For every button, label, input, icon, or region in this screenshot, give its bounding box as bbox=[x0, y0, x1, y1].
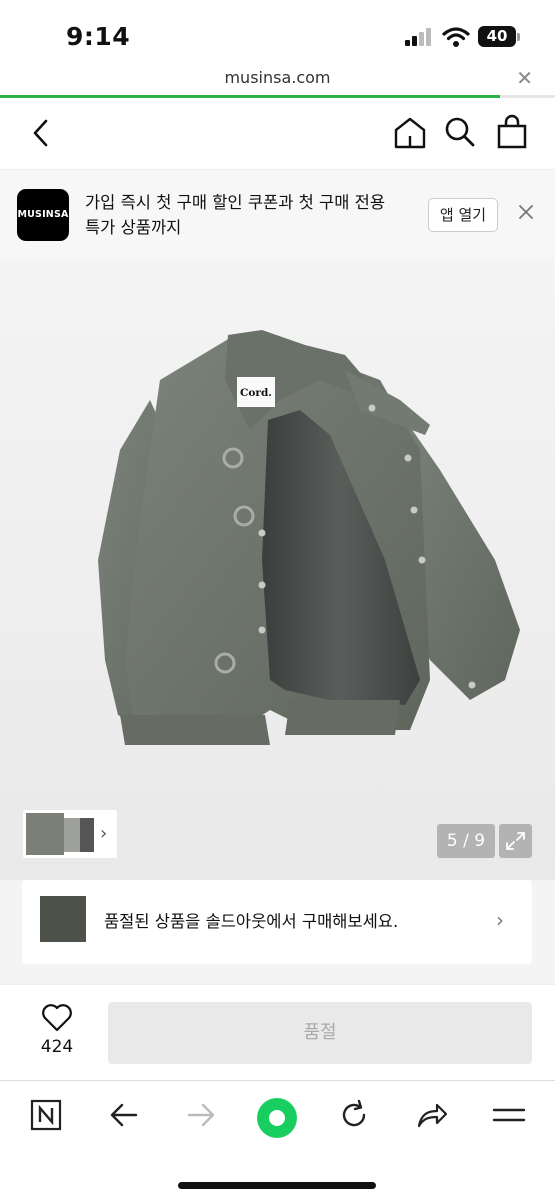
product-image-gallery[interactable]: Cord. › 5 / 9 bbox=[0, 260, 555, 880]
search-icon[interactable] bbox=[444, 116, 476, 148]
home-icon[interactable] bbox=[393, 116, 427, 150]
purchase-bar: 424 품절 bbox=[0, 984, 555, 1080]
menu-icon[interactable] bbox=[492, 1099, 526, 1131]
soldout-product-thumbnail bbox=[40, 896, 86, 942]
soldout-promo-card[interactable]: 품절된 상품을 솔드아웃에서 구매해보세요. › bbox=[22, 880, 532, 964]
banner-message-line2: 특가 상품까지 bbox=[85, 218, 182, 237]
musinsa-logo: MUSINSA bbox=[17, 189, 69, 241]
app-install-banner: MUSINSA 가입 즉시 첫 구매 할인 쿠폰과 첫 구매 전용 특가 상품까… bbox=[0, 170, 555, 260]
refresh-icon[interactable] bbox=[338, 1099, 370, 1131]
thumbnail-3[interactable] bbox=[80, 818, 94, 852]
status-time: 9:14 bbox=[66, 22, 131, 51]
battery-cap bbox=[517, 33, 520, 41]
green-dot-icon[interactable] bbox=[256, 1097, 298, 1139]
close-icon[interactable]: ✕ bbox=[516, 66, 533, 90]
soldout-button[interactable]: 품절 bbox=[108, 1002, 532, 1064]
soldout-promo-text: 품절된 상품을 솔드아웃에서 구매해보세요. bbox=[104, 912, 399, 931]
back-arrow-icon[interactable] bbox=[108, 1099, 140, 1131]
home-indicator bbox=[178, 1182, 376, 1189]
thumbnail-1[interactable] bbox=[26, 813, 64, 855]
close-icon[interactable] bbox=[517, 203, 535, 221]
shopping-bag-icon[interactable] bbox=[496, 114, 528, 150]
thumbnail-2[interactable] bbox=[64, 818, 80, 852]
fullscreen-button[interactable] bbox=[499, 824, 532, 858]
battery-icon: 40 bbox=[478, 26, 516, 47]
status-bar: 9:14 40 bbox=[0, 0, 555, 70]
product-jacket-image: Cord. bbox=[98, 330, 520, 745]
banner-message: 가입 즉시 첫 구매 할인 쿠폰과 첫 구매 전용 특가 상품까지 bbox=[85, 190, 405, 240]
thumbnail-strip[interactable]: › bbox=[23, 810, 117, 858]
banner-message-line1: 가입 즉시 첫 구매 할인 쿠폰과 첫 구매 전용 bbox=[85, 193, 386, 212]
soldout-promo-section: 품절된 상품을 솔드아웃에서 구매해보세요. › bbox=[0, 880, 555, 984]
back-arrow-icon[interactable] bbox=[28, 118, 52, 148]
forward-arrow-icon[interactable] bbox=[185, 1099, 217, 1131]
open-app-button[interactable]: 앱 열기 bbox=[428, 198, 498, 232]
expand-icon bbox=[506, 832, 525, 850]
site-header bbox=[0, 98, 555, 170]
address-bar[interactable]: musinsa.com ✕ bbox=[0, 62, 555, 96]
browser-toolbar bbox=[0, 1080, 555, 1200]
chevron-right-icon: › bbox=[496, 908, 504, 932]
share-icon[interactable] bbox=[415, 1099, 449, 1131]
heart-icon[interactable] bbox=[41, 1003, 73, 1033]
image-counter: 5 / 9 bbox=[437, 824, 495, 858]
url-text[interactable]: musinsa.com bbox=[0, 68, 555, 87]
wifi-icon bbox=[442, 27, 470, 47]
brand-tag: Cord. bbox=[240, 387, 272, 399]
chevron-right-icon[interactable]: › bbox=[100, 823, 107, 844]
naver-n-icon[interactable] bbox=[30, 1099, 62, 1131]
like-count: 424 bbox=[40, 1037, 74, 1057]
battery-level: 40 bbox=[486, 27, 508, 45]
cellular-signal-icon bbox=[405, 28, 431, 46]
